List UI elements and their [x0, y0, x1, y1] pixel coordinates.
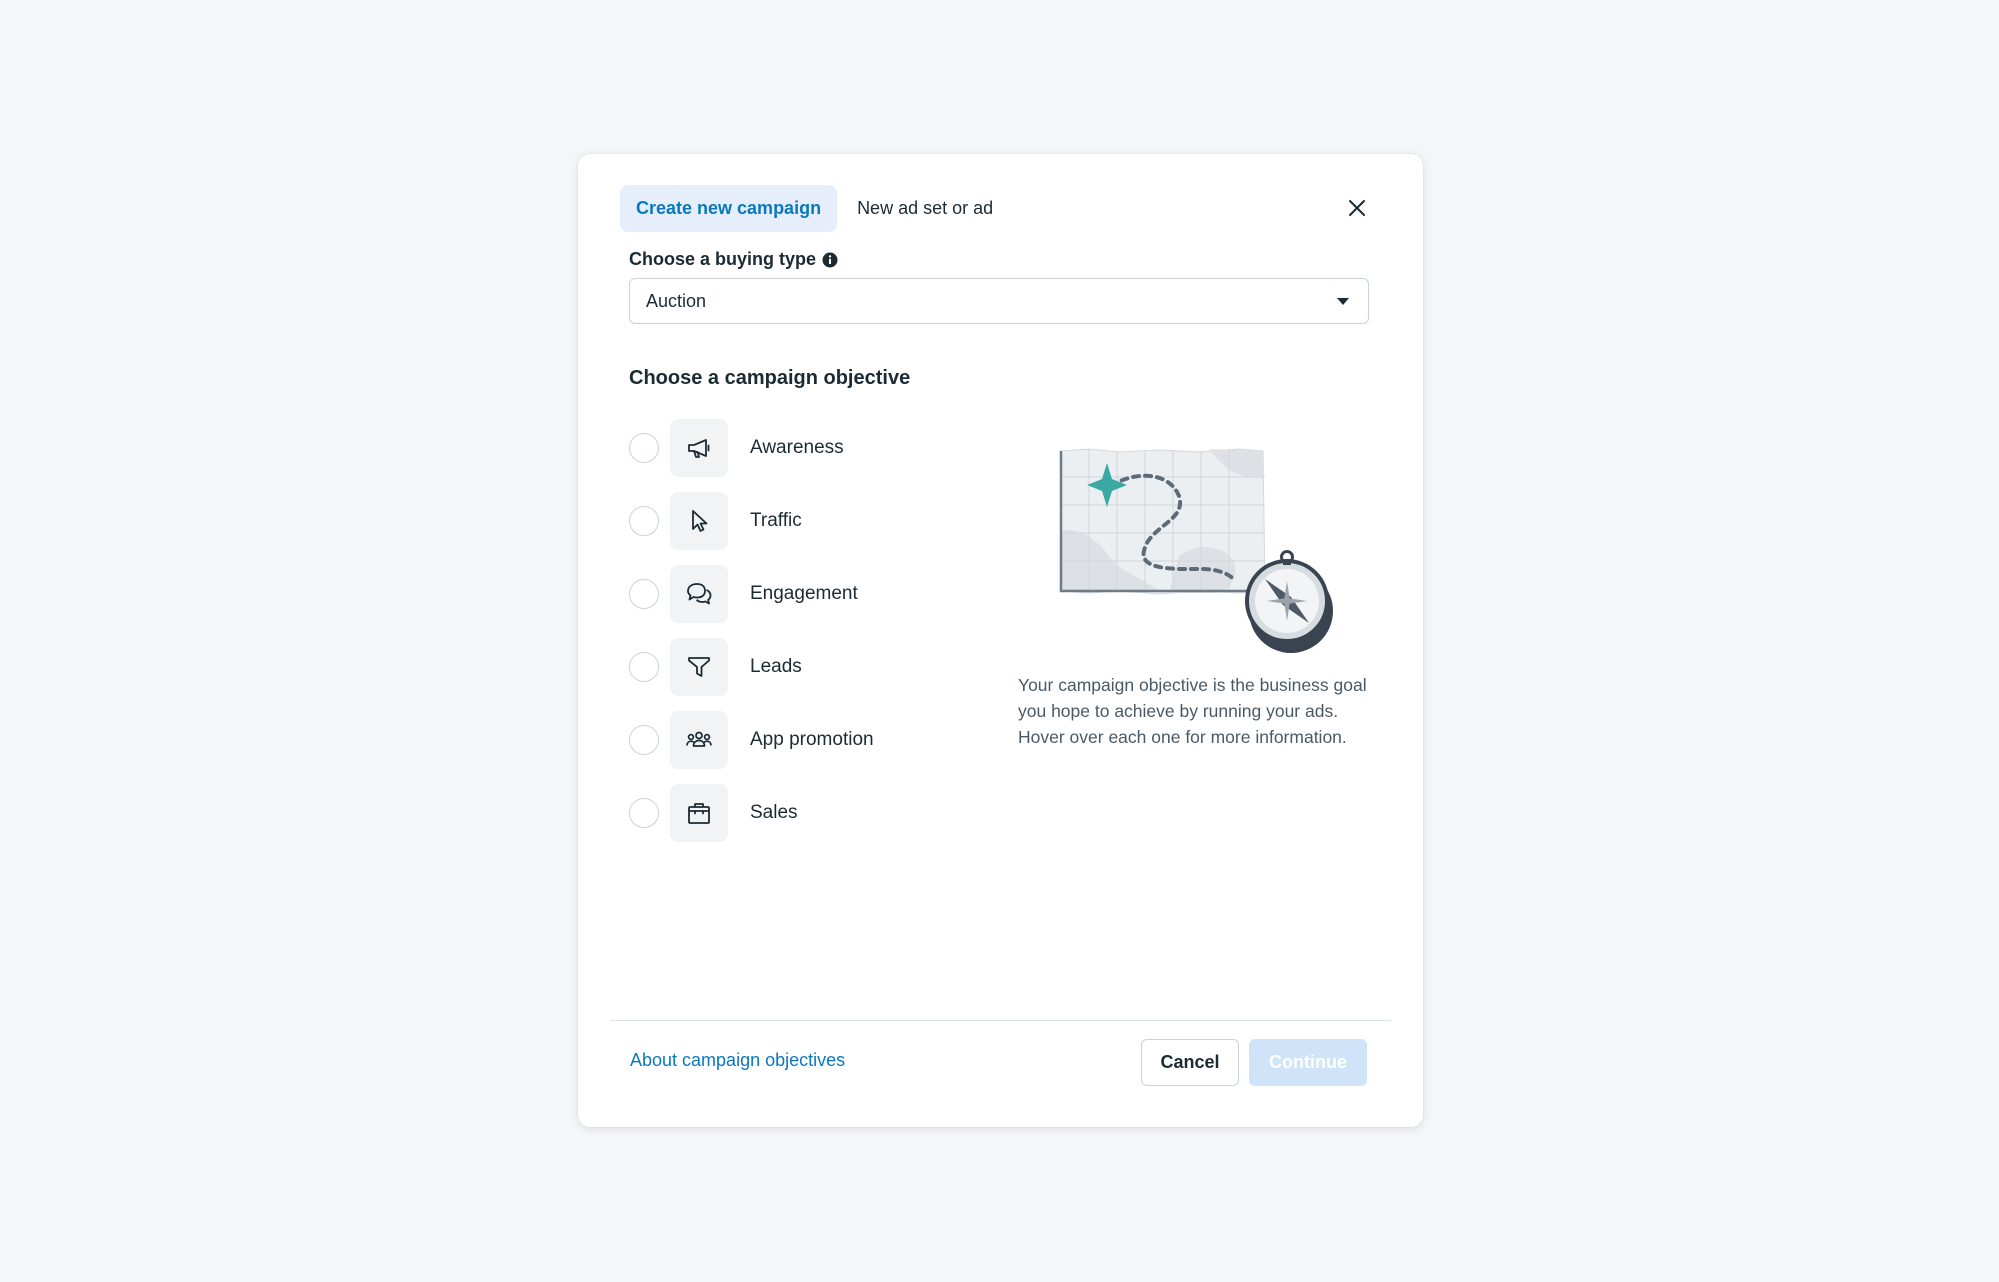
radio-leads[interactable] [629, 652, 659, 682]
shopping-bag-icon [688, 803, 710, 824]
buying-type-label: Choose a buying type [629, 249, 838, 270]
dialog-tabs: Create new campaign New ad set or ad [620, 185, 1009, 232]
megaphone-icon [688, 439, 710, 458]
buying-type-selected-value: Auction [646, 290, 707, 311]
objective-label: Leads [750, 656, 802, 677]
objective-leads[interactable]: Leads [629, 638, 949, 696]
tab-new-ad-set-or-ad[interactable]: New ad set or ad [841, 185, 1009, 232]
about-campaign-objectives-link[interactable]: About campaign objectives [630, 1050, 845, 1071]
objective-icon-box [670, 638, 728, 696]
objective-app-promotion[interactable]: App promotion [629, 711, 949, 769]
cursor-icon [692, 510, 708, 532]
radio-awareness[interactable] [629, 433, 659, 463]
objective-icon-box [670, 565, 728, 623]
objective-icon-box [670, 784, 728, 842]
radio-sales[interactable] [629, 798, 659, 828]
objective-label: Awareness [750, 437, 844, 458]
radio-app-promotion[interactable] [629, 725, 659, 755]
objective-icon-box [670, 419, 728, 477]
cancel-button[interactable]: Cancel [1141, 1039, 1239, 1086]
objective-sales[interactable]: Sales [629, 784, 949, 842]
objective-label: App promotion [750, 729, 874, 750]
radio-engagement[interactable] [629, 579, 659, 609]
people-group-icon [686, 731, 712, 747]
objective-label: Engagement [750, 583, 858, 604]
objective-engagement[interactable]: Engagement [629, 565, 949, 623]
close-button[interactable] [1343, 194, 1371, 222]
objective-traffic[interactable]: Traffic [629, 492, 949, 550]
close-icon [1349, 200, 1365, 216]
objective-description: Your campaign objective is the business … [1018, 675, 1367, 747]
buying-type-select[interactable]: Auction [629, 278, 1369, 324]
objective-awareness[interactable]: Awareness [629, 419, 949, 477]
map-compass-illustration [1059, 448, 1333, 653]
info-icon[interactable] [822, 252, 838, 268]
objective-label: Traffic [750, 510, 802, 531]
objective-icon-box [670, 492, 728, 550]
funnel-icon [688, 657, 710, 677]
tab-create-new-campaign[interactable]: Create new campaign [620, 185, 838, 232]
continue-button[interactable]: Continue [1249, 1039, 1367, 1086]
chat-bubbles-icon [687, 583, 712, 605]
objective-label: Sales [750, 802, 798, 823]
buying-type-label-text: Choose a buying type [629, 249, 817, 269]
radio-traffic[interactable] [629, 506, 659, 536]
footer-divider [610, 1020, 1391, 1021]
campaign-objective-heading: Choose a campaign objective [629, 367, 911, 389]
chevron-down-icon [1337, 298, 1349, 305]
create-campaign-dialog: Create new campaign New ad set or ad Cho… [578, 154, 1423, 1127]
objective-icon-box [670, 711, 728, 769]
